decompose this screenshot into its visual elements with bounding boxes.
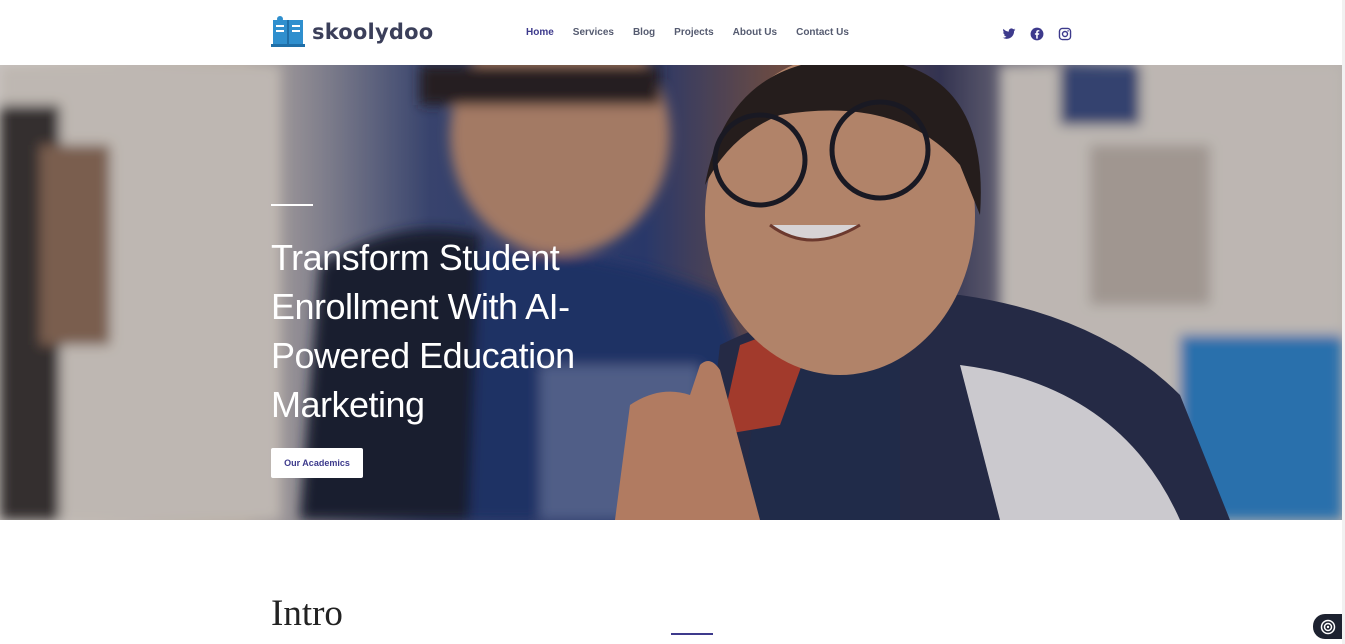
hero-banner: Transform Student Enrollment With AI-Pow… [0, 65, 1342, 520]
accessibility-widget-button[interactable] [1313, 614, 1342, 639]
intro-heading: Intro [271, 593, 343, 634]
main-nav: Home Services Blog Projects About Us Con… [526, 27, 868, 38]
nav-blog[interactable]: Blog [633, 27, 655, 38]
nav-contact-us[interactable]: Contact Us [796, 27, 849, 38]
twitter-icon[interactable] [1002, 27, 1016, 41]
nav-projects[interactable]: Projects [674, 27, 713, 38]
book-logo-icon [271, 16, 305, 47]
site-header: skoolydoo Home Services Blog Projects Ab… [0, 0, 1345, 65]
hero-overlay [0, 65, 1342, 520]
target-icon [1320, 619, 1335, 634]
intro-accent-line [671, 633, 713, 635]
our-academics-button[interactable]: Our Academics [271, 448, 363, 478]
facebook-icon[interactable] [1030, 27, 1044, 41]
nav-home[interactable]: Home [526, 27, 554, 38]
nav-about-us[interactable]: About Us [733, 27, 777, 38]
brand-name: skoolydoo [312, 20, 434, 44]
instagram-icon[interactable] [1058, 27, 1072, 41]
social-links [1002, 27, 1086, 41]
logo[interactable]: skoolydoo [271, 16, 433, 48]
nav-services[interactable]: Services [573, 27, 614, 38]
hero-accent-line [271, 204, 313, 206]
hero-title: Transform Student Enrollment With AI-Pow… [271, 237, 575, 425]
